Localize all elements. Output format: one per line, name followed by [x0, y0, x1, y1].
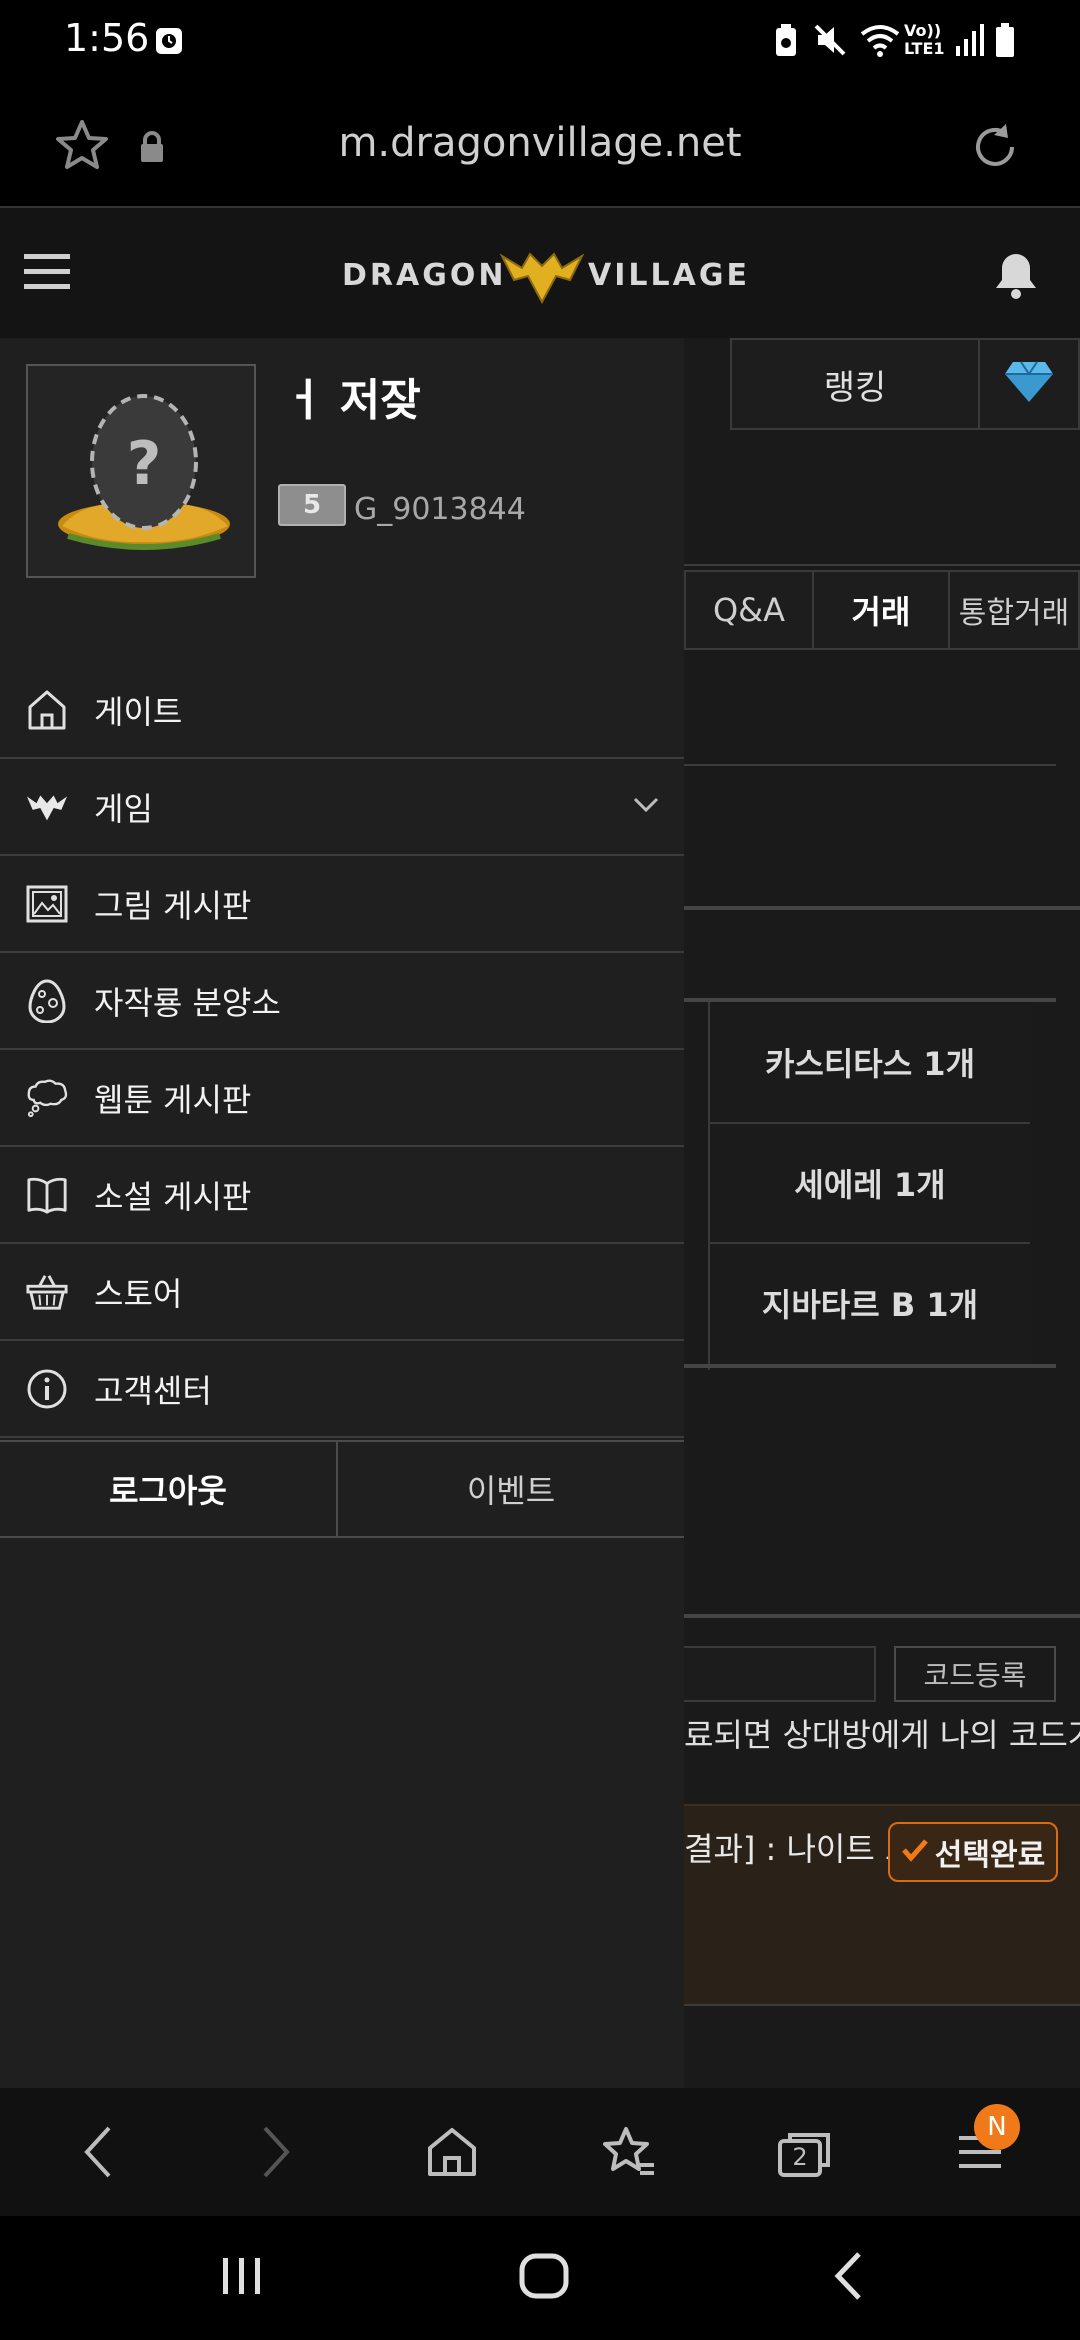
- back-arrow-icon: [833, 2251, 863, 2305]
- menu-item-game[interactable]: 게임: [0, 759, 684, 856]
- tabs-count: 2: [792, 2143, 808, 2171]
- trade-item[interactable]: 카스티타스 1개: [710, 1002, 1030, 1122]
- menu-label: 게이트: [94, 692, 183, 731]
- mute-icon: [812, 22, 848, 62]
- diamond-tab[interactable]: [978, 338, 1080, 430]
- logo-text-left: DRAGON: [342, 258, 507, 293]
- egg-icon: [26, 978, 68, 1023]
- level-badge: 5: [278, 484, 346, 526]
- dragon-wings-icon: [26, 786, 68, 828]
- menu-item-store[interactable]: 스토어: [0, 1244, 684, 1341]
- menu-label: 고객센터: [94, 1371, 212, 1410]
- menu-label: 스토어: [94, 1274, 183, 1313]
- tab-ranking[interactable]: 랭킹: [730, 338, 980, 430]
- battery-icon: [994, 22, 1016, 62]
- signal-icon: [954, 22, 986, 62]
- mystery-egg-icon: ?: [58, 394, 230, 550]
- logo-dragon-icon: [499, 246, 585, 308]
- background-page: 랭킹 Q&A 거래 통합거래 카스티타스 1개 세에레 1개 지바타르 B 1개…: [684, 338, 1080, 2088]
- result-text: 결과] : 나이트 드: [684, 1830, 915, 1868]
- divider: [684, 764, 1056, 766]
- logo-text-right: VILLAGE: [588, 258, 750, 293]
- tabs-icon: 2: [776, 2129, 832, 2179]
- home-icon: [26, 689, 68, 731]
- home-nav-button[interactable]: [504, 2238, 584, 2318]
- profile-id: G_9013844: [354, 492, 526, 527]
- network-label: Vo)) LTE1: [904, 21, 945, 58]
- home-icon: [426, 2126, 478, 2182]
- divider: [684, 564, 1080, 566]
- bookmarks-button[interactable]: [588, 2114, 668, 2194]
- trade-item[interactable]: 세에레 1개: [710, 1122, 1030, 1242]
- divider: [684, 1614, 1080, 1618]
- chevron-right-icon: [261, 2125, 291, 2183]
- code-input[interactable]: [684, 1646, 876, 1702]
- android-nav-bar: [0, 2216, 1080, 2340]
- site-header: DRAGON VILLAGE: [0, 208, 1080, 338]
- menu-label: 게임: [94, 789, 153, 828]
- star-list-icon: [600, 2125, 656, 2183]
- diamond-icon: [1003, 360, 1055, 408]
- notification-bell-icon[interactable]: [994, 250, 1038, 304]
- divider: [684, 2004, 1080, 2006]
- reload-icon[interactable]: [968, 120, 1022, 178]
- trade-item[interactable]: 지바타르 B 1개: [710, 1242, 1030, 1362]
- url-text[interactable]: m.dragonvillage.net: [0, 120, 1080, 166]
- status-bar: 1:56 Vo)) LTE1: [0, 0, 1080, 80]
- hamburger-menu-icon[interactable]: [24, 252, 70, 296]
- chevron-left-icon: [83, 2125, 113, 2183]
- side-drawer: ? ㅓ 저잦 5 G_9013844 게이트 게임 그림 게시판 자작룡 분양소…: [0, 338, 684, 2088]
- avatar[interactable]: ?: [26, 364, 256, 578]
- browser-url-bar: m.dragonvillage.net: [0, 80, 1080, 208]
- logout-button[interactable]: 로그아웃: [0, 1442, 338, 1536]
- check-icon: [901, 1835, 929, 1870]
- drawer-menu: 게이트 게임 그림 게시판 자작룡 분양소 웹툰 게시판 소설 게시판 스토어 …: [0, 662, 684, 1438]
- menu-item-dragon-adoption[interactable]: 자작룡 분양소: [0, 953, 684, 1050]
- event-button[interactable]: 이벤트: [338, 1442, 684, 1536]
- menu-item-webtoon-board[interactable]: 웹툰 게시판: [0, 1050, 684, 1147]
- back-nav-button[interactable]: [808, 2238, 888, 2318]
- chevron-down-icon[interactable]: [632, 796, 660, 818]
- svg-text:?: ?: [127, 429, 162, 499]
- divider: [684, 906, 1080, 910]
- menu-label: 소설 게시판: [94, 1177, 252, 1216]
- basket-icon: [26, 1271, 68, 1313]
- home-square-icon: [519, 2253, 569, 2303]
- menu-label: 자작룡 분양소: [94, 983, 281, 1022]
- browser-toolbar: 2: [0, 2088, 1080, 2216]
- menu-item-gate[interactable]: 게이트: [0, 662, 684, 759]
- code-note: 료되면 상대방에게 나의 코드가: [684, 1716, 1080, 1754]
- tab-trade[interactable]: 거래: [812, 570, 950, 650]
- menu-item-picture-board[interactable]: 그림 게시판: [0, 856, 684, 953]
- divider: [684, 1364, 1056, 1368]
- select-complete-button[interactable]: 선택완료: [888, 1822, 1058, 1882]
- tabs-button[interactable]: 2: [764, 2114, 844, 2194]
- screen-record-icon: [154, 26, 184, 60]
- recent-apps-icon: [219, 2256, 265, 2300]
- status-time: 1:56: [64, 16, 150, 60]
- battery-saver-icon: [772, 22, 800, 62]
- menu-label: 웹툰 게시판: [94, 1080, 252, 1119]
- drawer-footer: 로그아웃 이벤트: [0, 1440, 684, 1538]
- code-register-button[interactable]: 코드등록: [894, 1646, 1056, 1702]
- trade-table: 카스티타스 1개 세에레 1개 지바타르 B 1개: [708, 1002, 1032, 1370]
- home-button[interactable]: [412, 2114, 492, 2194]
- recent-apps-button[interactable]: [202, 2238, 282, 2318]
- book-icon: [26, 1174, 68, 1216]
- new-badge: N: [974, 2104, 1020, 2150]
- wifi-icon: [860, 22, 900, 62]
- thought-bubble-icon: [26, 1077, 68, 1119]
- menu-label: 그림 게시판: [94, 886, 252, 925]
- profile-name: ㅓ 저잦: [284, 375, 421, 426]
- forward-button[interactable]: [236, 2114, 316, 2194]
- tab-qna[interactable]: Q&A: [684, 570, 814, 650]
- info-icon: [26, 1368, 68, 1410]
- select-complete-label: 선택완료: [934, 1838, 1046, 1873]
- picture-icon: [26, 883, 68, 925]
- back-button[interactable]: [58, 2114, 138, 2194]
- menu-item-customer-center[interactable]: 고객센터: [0, 1341, 684, 1438]
- tab-integrated-trade[interactable]: 통합거래: [948, 570, 1080, 650]
- menu-item-novel-board[interactable]: 소설 게시판: [0, 1147, 684, 1244]
